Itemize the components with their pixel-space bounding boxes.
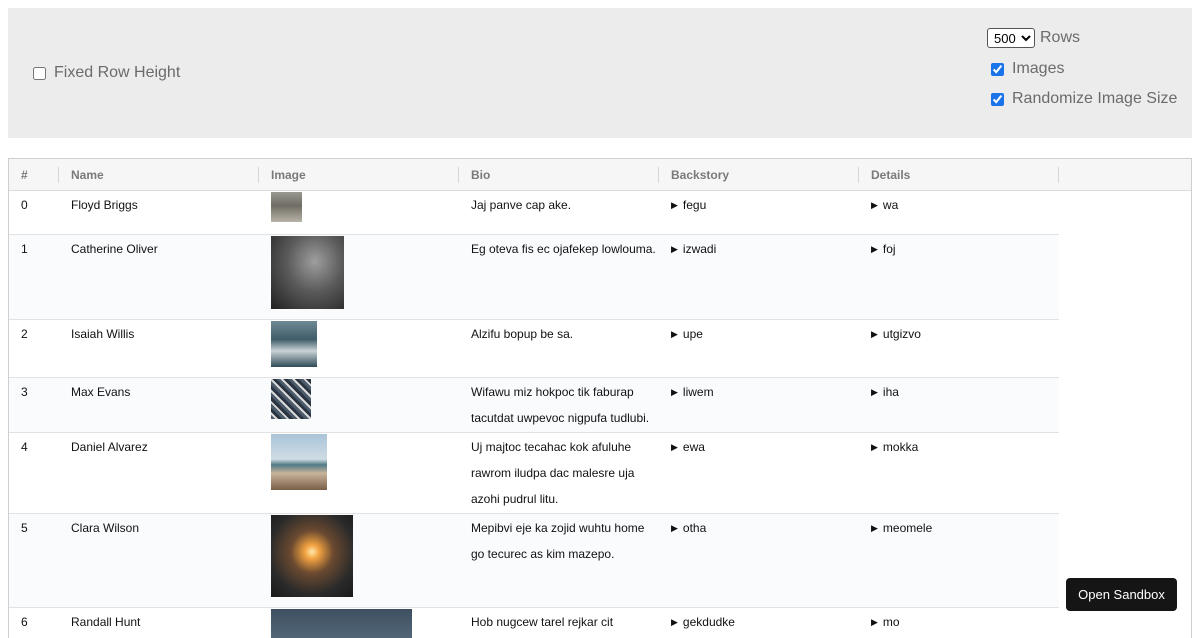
row-image	[271, 236, 344, 309]
row-details[interactable]: ▶ utgizvo	[859, 320, 921, 341]
row-image	[271, 379, 311, 419]
disclosure-triangle-icon[interactable]: ▶	[871, 327, 878, 341]
row-backstory[interactable]: ▶ upe	[659, 320, 703, 341]
randomize-image-size-checkbox[interactable]	[991, 92, 1004, 106]
disclosure-triangle-icon[interactable]: ▶	[671, 198, 678, 212]
header-index[interactable]: #	[9, 159, 59, 191]
table-row: 3 Max Evans Wifawu miz hokpoc tik fabura…	[9, 378, 1059, 433]
row-image	[271, 515, 353, 597]
table-row: 2 Isaiah Willis Alzifu bopup be sa. ▶ upe…	[9, 320, 1059, 378]
row-index: 5	[21, 521, 28, 535]
row-name: Floyd Briggs	[71, 198, 138, 212]
row-index: 6	[21, 615, 28, 629]
row-details[interactable]: ▶ iha	[859, 378, 899, 399]
randomize-image-size-control[interactable]: Randomize Image Size	[991, 90, 1177, 108]
disclosure-triangle-icon[interactable]: ▶	[671, 327, 678, 341]
data-table: # Name Image Bio Backstory Details 0 Flo…	[8, 158, 1192, 638]
disclosure-triangle-icon[interactable]: ▶	[671, 521, 678, 535]
disclosure-triangle-icon[interactable]: ▶	[871, 198, 878, 212]
rows-select[interactable]: 500	[987, 28, 1035, 48]
row-details[interactable]: ▶ mo	[859, 608, 900, 629]
row-image	[271, 609, 412, 638]
table-row: 5 Clara Wilson Mepibvi eje ka zojid wuht…	[9, 514, 1059, 608]
header-bio[interactable]: Bio	[459, 159, 659, 191]
images-checkbox[interactable]	[991, 62, 1004, 76]
row-bio: Hob nugcew tarel rejkar cit	[471, 615, 614, 629]
row-image	[271, 192, 302, 222]
row-backstory[interactable]: ▶ liwem	[659, 378, 714, 399]
open-sandbox-button[interactable]: Open Sandbox	[1066, 578, 1177, 611]
row-backstory[interactable]: ▶ fegu	[659, 191, 706, 212]
row-index: 3	[21, 385, 28, 399]
row-name: Catherine Oliver	[71, 242, 158, 256]
row-index: 2	[21, 327, 28, 341]
rows-label: Rows	[1040, 29, 1081, 46]
row-index: 1	[21, 242, 28, 256]
header-backstory[interactable]: Backstory	[659, 159, 859, 191]
controls-panel: Fixed Row Height 500 Rows Images Randomi…	[8, 8, 1192, 138]
row-bio: Eg oteva fis ec ojafekep lowlouma.	[471, 242, 656, 256]
row-bio: Wifawu miz hokpoc tik faburap tacutdat u…	[471, 385, 650, 425]
disclosure-triangle-icon[interactable]: ▶	[871, 615, 878, 629]
row-bio: Alzifu bopup be sa.	[471, 327, 574, 341]
row-details[interactable]: ▶ wa	[859, 191, 898, 212]
disclosure-triangle-icon[interactable]: ▶	[671, 385, 678, 399]
disclosure-triangle-icon[interactable]: ▶	[871, 440, 878, 454]
disclosure-triangle-icon[interactable]: ▶	[871, 385, 878, 399]
row-name: Randall Hunt	[71, 615, 141, 629]
table-row: 1 Catherine Oliver Eg oteva fis ec ojafe…	[9, 235, 1059, 320]
row-details[interactable]: ▶ meomele	[859, 514, 932, 535]
row-bio: Uj majtoc tecahac kok afuluhe rawrom ilu…	[471, 440, 635, 506]
images-label: Images	[1012, 60, 1065, 77]
header-details[interactable]: Details	[859, 159, 1059, 191]
header-image[interactable]: Image	[259, 159, 459, 191]
disclosure-triangle-icon[interactable]: ▶	[871, 521, 878, 535]
row-name: Clara Wilson	[71, 521, 140, 535]
row-name: Max Evans	[71, 385, 131, 399]
row-name: Isaiah Willis	[71, 327, 135, 341]
disclosure-triangle-icon[interactable]: ▶	[671, 242, 678, 256]
disclosure-triangle-icon[interactable]: ▶	[871, 242, 878, 256]
row-bio: Jaj panve cap ake.	[471, 198, 572, 212]
row-details[interactable]: ▶ foj	[859, 235, 896, 256]
row-name: Daniel Alvarez	[71, 440, 148, 454]
table-row: 0 Floyd Briggs Jaj panve cap ake. ▶ fegu …	[9, 191, 1059, 235]
fixed-row-height-control[interactable]: Fixed Row Height	[33, 64, 180, 82]
fixed-row-height-checkbox[interactable]	[33, 66, 46, 80]
row-backstory[interactable]: ▶ gekdudke	[659, 608, 735, 629]
row-backstory[interactable]: ▶ ewa	[659, 433, 705, 454]
row-image	[271, 321, 317, 367]
row-index: 0	[21, 198, 28, 212]
fixed-row-height-label: Fixed Row Height	[54, 64, 181, 81]
row-details[interactable]: ▶ mokka	[859, 433, 918, 454]
disclosure-triangle-icon[interactable]: ▶	[671, 440, 678, 454]
disclosure-triangle-icon[interactable]: ▶	[671, 615, 678, 629]
rows-control: 500 Rows	[987, 28, 1080, 48]
row-backstory[interactable]: ▶ otha	[659, 514, 706, 535]
table-row: 4 Daniel Alvarez Uj majtoc tecahac kok a…	[9, 433, 1059, 514]
table-row: 6 Randall Hunt Hob nugcew tarel rejkar c…	[9, 608, 1059, 638]
row-index: 4	[21, 440, 28, 454]
images-control[interactable]: Images	[991, 60, 1064, 78]
row-backstory[interactable]: ▶ izwadi	[659, 235, 716, 256]
table-header: # Name Image Bio Backstory Details	[9, 159, 1191, 191]
header-name[interactable]: Name	[59, 159, 259, 191]
randomize-image-size-label: Randomize Image Size	[1012, 90, 1178, 107]
row-image	[271, 434, 327, 490]
row-bio: Mepibvi eje ka zojid wuhtu home go tecur…	[471, 521, 645, 561]
